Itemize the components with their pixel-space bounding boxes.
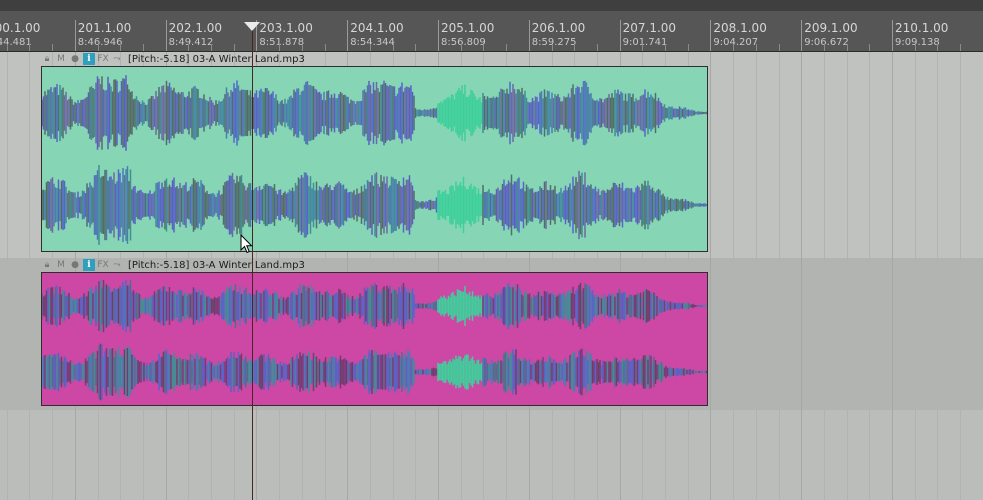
- ruler-minor-tick: [279, 44, 281, 51]
- ruler-minor-tick: [937, 44, 939, 51]
- ruler-bar-label: 203.1.00: [259, 21, 313, 35]
- fx-icon[interactable]: FX: [97, 259, 109, 271]
- ruler-minor-tick: [755, 44, 757, 51]
- ruler-bar-label: 210.1.00: [895, 21, 949, 35]
- ruler-time-label: 8:49.412: [168, 37, 214, 48]
- ruler-minor-tick: [506, 44, 508, 51]
- ruler-minor-tick: [960, 44, 962, 51]
- grid-line: [869, 52, 870, 500]
- ruler-time-label: 8:54.344: [350, 37, 395, 48]
- media-item-title-1: [Pitch:-5.18] 03-A Winter Land.mp3: [128, 53, 305, 65]
- ruler-bar-label: 209.1.00: [804, 21, 858, 35]
- grid-line: [892, 52, 893, 500]
- waveform-1: [42, 67, 707, 251]
- ruler-minor-tick: [460, 44, 462, 51]
- ruler-bar-label: 208.1.00: [713, 21, 767, 35]
- grid-line: [937, 52, 938, 500]
- info-icon[interactable]: i: [83, 53, 95, 65]
- grid-line: [960, 52, 961, 500]
- mute-icon[interactable]: M: [55, 53, 67, 65]
- ruler-minor-tick: [97, 44, 99, 51]
- grid-line: [756, 52, 757, 500]
- ruler-minor-tick: [687, 44, 689, 51]
- ruler-time-label: 8:44.481: [0, 37, 32, 48]
- ruler-bar-label: 201.1.00: [77, 21, 132, 35]
- ruler-minor-tick: [869, 44, 871, 51]
- timeline-ruler[interactable]: 200.1.00 8:44.481 201.1.00 8:46.946 202.1.00…: [0, 11, 983, 52]
- ruler-minor-tick: [29, 44, 31, 51]
- ruler-minor-tick: [574, 44, 576, 51]
- playhead-triangle-icon[interactable]: [244, 22, 260, 31]
- arrange-view[interactable]: 🔒︎ M ● i FX ⤳ [Pitch:-5.18] 03-A Winter …: [0, 52, 983, 500]
- media-item-header-1: 🔒︎ M ● i FX ⤳ [Pitch:-5.18] 03-A Winter …: [41, 52, 707, 66]
- ruler-time-label: 9:01.741: [622, 37, 668, 48]
- top-bar: [0, 0, 983, 11]
- media-item-1[interactable]: [41, 66, 708, 252]
- ruler-minor-tick: [188, 44, 190, 51]
- grid-line: [29, 52, 30, 500]
- ruler-time-label: 8:56.809: [441, 37, 486, 48]
- waveform-2: [42, 273, 707, 405]
- ruler-time-label: 8:51.878: [259, 37, 305, 48]
- lock-icon[interactable]: 🔒︎: [41, 259, 53, 271]
- ruler-bar-label: 206.1.00: [531, 21, 586, 35]
- grid-line: [7, 52, 8, 500]
- media-item-header-2: 🔒︎ M ● i FX ⤳ [Pitch:-5.18] 03-A Winter …: [41, 258, 707, 272]
- ruler-bar-label: 204.1.00: [350, 21, 404, 35]
- ruler-minor-tick: [120, 44, 122, 51]
- ruler-minor-tick: [301, 44, 303, 51]
- ruler-minor-tick: [551, 44, 553, 51]
- media-item-title-2: [Pitch:-5.18] 03-A Winter Land.mp3: [128, 259, 305, 271]
- media-item-2[interactable]: [41, 272, 708, 406]
- info-icon[interactable]: i: [83, 259, 95, 271]
- ruler-minor-tick: [483, 44, 485, 51]
- ruler-minor-tick: [733, 44, 735, 51]
- ruler-minor-tick: [324, 44, 326, 51]
- ruler-minor-tick: [52, 44, 54, 51]
- ruler-bar-label: 200.1.00: [0, 21, 41, 35]
- ruler-time-label: 8:59.275: [531, 37, 577, 48]
- ruler-minor-tick: [596, 44, 598, 51]
- ruler-time-label: 9:04.207: [713, 37, 759, 48]
- playhead-line[interactable]: [252, 26, 253, 500]
- ruler-bar-label: 202.1.00: [168, 21, 223, 35]
- ruler-minor-tick: [211, 44, 212, 51]
- grid-line: [710, 52, 711, 500]
- envelope-icon[interactable]: ⤳: [111, 53, 123, 65]
- ruler-minor-tick: [6, 44, 8, 51]
- ruler-minor-tick: [642, 44, 644, 51]
- lock-icon[interactable]: 🔒︎: [41, 53, 53, 65]
- grid-line: [779, 52, 780, 500]
- ruler-minor-tick: [415, 44, 417, 51]
- notes-icon[interactable]: ●: [69, 259, 81, 271]
- notes-icon[interactable]: ●: [69, 53, 81, 65]
- grid-line: [847, 52, 848, 500]
- ruler-minor-tick: [778, 44, 780, 51]
- ruler-bar-label: 207.1.00: [622, 21, 677, 35]
- grid-line: [915, 52, 916, 500]
- ruler-minor-tick: [914, 44, 916, 51]
- ruler-bar-label: 205.1.00: [441, 21, 495, 35]
- ruler-time-label: 9:06.672: [804, 37, 849, 48]
- ruler-time-label: 9:09.138: [895, 37, 940, 48]
- ruler-minor-tick: [823, 44, 825, 51]
- ruler-minor-tick: [846, 44, 848, 51]
- ruler-minor-tick: [665, 44, 666, 51]
- envelope-icon[interactable]: ⤳: [111, 259, 123, 271]
- ruler-minor-tick: [369, 44, 371, 51]
- mouse-pointer-icon: [240, 234, 253, 254]
- track-lane-empty[interactable]: [0, 410, 983, 500]
- ruler-minor-tick: [233, 44, 235, 51]
- ruler-time-label: 8:46.946: [77, 37, 123, 48]
- ruler-minor-tick: [392, 44, 394, 51]
- grid-line: [824, 52, 825, 500]
- mute-icon[interactable]: M: [55, 259, 67, 271]
- grid-line: [733, 52, 734, 500]
- grid-line: [801, 52, 802, 500]
- ruler-minor-tick: [142, 44, 144, 51]
- fx-icon[interactable]: FX: [97, 53, 109, 65]
